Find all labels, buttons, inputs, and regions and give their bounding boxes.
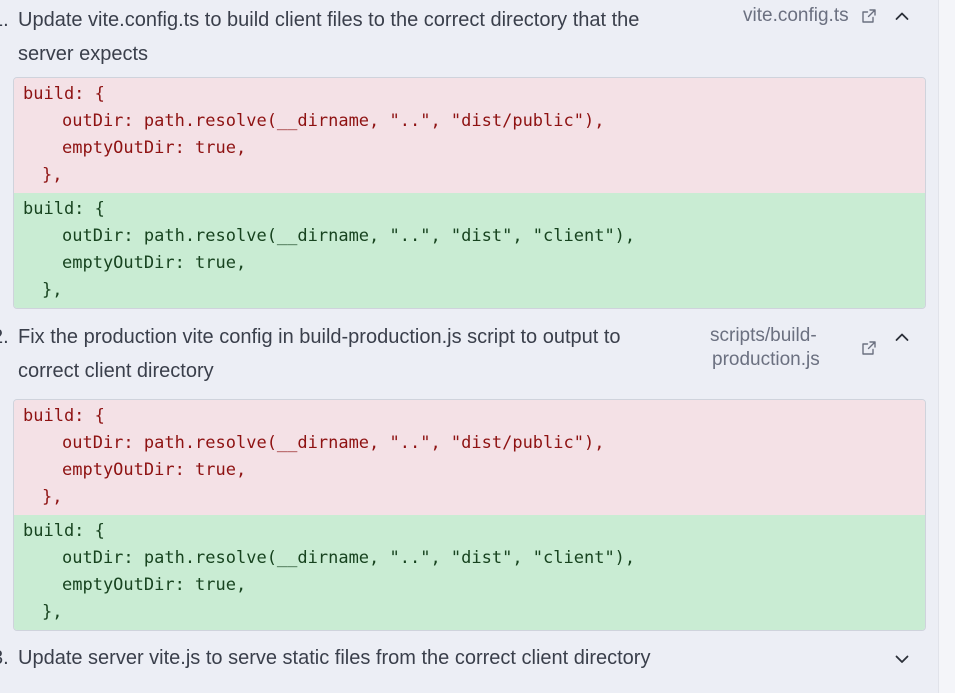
- code-line: outDir: path.resolve(__dirname, "..", "d…: [62, 548, 636, 568]
- external-link-icon[interactable]: [861, 8, 877, 24]
- code-line: emptyOutDir: true,: [62, 253, 247, 273]
- code-diff: build: { outDir: path.resolve(__dirname,…: [13, 399, 926, 631]
- code-line: emptyOutDir: true,: [62, 138, 247, 158]
- code-line: outDir: path.resolve(__dirname, "..", "d…: [62, 226, 636, 246]
- diff-removed-block: build: { outDir: path.resolve(__dirname,…: [14, 78, 925, 193]
- code-line: build: {: [23, 521, 105, 541]
- chevron-up-icon[interactable]: [894, 8, 910, 24]
- step-description-line: Update server vite.js to serve static fi…: [18, 647, 651, 669]
- code-line: emptyOutDir: true,: [62, 575, 247, 595]
- step-description-line: correct client directory: [18, 360, 214, 382]
- code-line: },: [42, 602, 63, 622]
- chevron-up-icon[interactable]: [894, 329, 910, 345]
- code-line: outDir: path.resolve(__dirname, "..", "d…: [62, 433, 605, 453]
- step-description-line: Fix the production vite config in build-…: [18, 326, 621, 348]
- code-line: },: [42, 280, 63, 300]
- step-description-line: Update vite.config.ts to build client fi…: [18, 9, 640, 31]
- code-line: build: {: [23, 199, 105, 219]
- step-description: Update server vite.js to serve static fi…: [18, 641, 650, 675]
- code-diff: build: { outDir: path.resolve(__dirname,…: [13, 77, 926, 309]
- step-description-line: server expects: [18, 43, 149, 65]
- code-line: },: [42, 165, 63, 185]
- file-link-line: production.js: [712, 349, 820, 370]
- code-line: emptyOutDir: true,: [62, 460, 247, 480]
- external-link-icon[interactable]: [861, 340, 877, 356]
- file-link[interactable]: vite.config.ts: [743, 4, 849, 28]
- step-number: 2.: [0, 326, 9, 348]
- diff-added-block: build: { outDir: path.resolve(__dirname,…: [14, 193, 925, 308]
- code-line: build: {: [23, 84, 105, 104]
- diff-added-block: build: { outDir: path.resolve(__dirname,…: [14, 515, 925, 630]
- step-description: Update vite.config.ts to build client fi…: [18, 3, 639, 71]
- step-description: Fix the production vite config in build-…: [18, 320, 621, 388]
- file-link-line: scripts/build-: [710, 325, 817, 346]
- code-line: },: [42, 487, 63, 507]
- chevron-down-icon[interactable]: [894, 651, 910, 667]
- code-line: build: {: [23, 406, 105, 426]
- code-line: outDir: path.resolve(__dirname, "..", "d…: [62, 111, 605, 131]
- diff-removed-block: build: { outDir: path.resolve(__dirname,…: [14, 400, 925, 515]
- step-number: 1.: [0, 9, 9, 31]
- file-link[interactable]: scripts/build- production.js: [710, 324, 820, 372]
- step-number: 3.: [0, 647, 9, 669]
- scrollbar-track[interactable]: [938, 0, 955, 693]
